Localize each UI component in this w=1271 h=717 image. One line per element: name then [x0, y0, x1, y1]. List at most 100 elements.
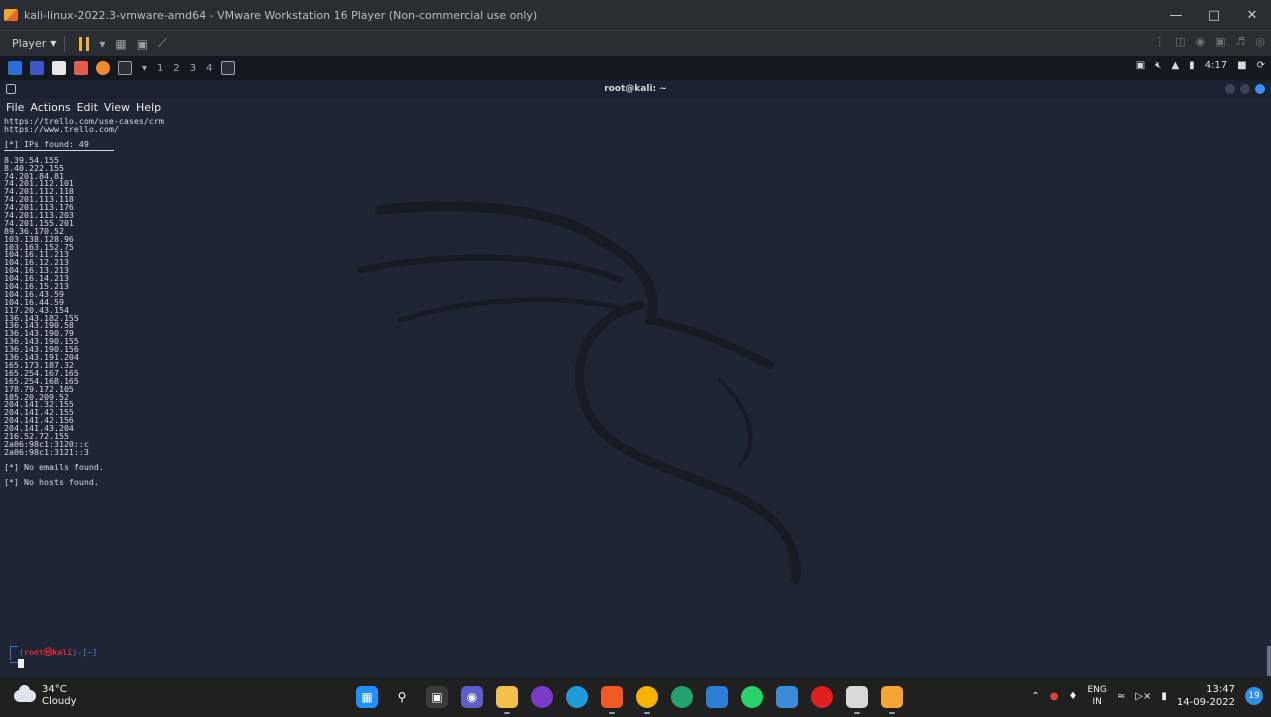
ip-entry: 165.173.187.32 [4, 359, 74, 370]
snipping-tool-icon[interactable] [846, 686, 868, 714]
file-manager-icon[interactable] [52, 61, 66, 75]
fullscreen-icon[interactable]: ▣ [137, 37, 148, 51]
menu-view[interactable]: View [104, 101, 130, 114]
minimize-button[interactable]: — [1157, 0, 1195, 30]
search-icon[interactable]: ⚲ [391, 686, 413, 708]
start-button[interactable]: ▦ [356, 686, 378, 708]
sound-icon[interactable]: ♬ [1236, 35, 1246, 48]
ip-entry: 8.39.54.155 [4, 154, 59, 165]
ip-entry: 104.16.44.59 [4, 296, 64, 307]
unity-icon[interactable]: ⟋ [158, 36, 166, 51]
taskbar-apps: ▦ ⚲ ▣ ◉ [356, 686, 903, 714]
tor-browser-icon[interactable] [531, 686, 553, 708]
usb-icon[interactable]: ▣ [1215, 35, 1225, 48]
cd-icon[interactable]: ◉ [1196, 35, 1206, 48]
ip-entry: 216.52.72.155 [4, 430, 69, 441]
terminal-menubar: File Actions Edit View Help [0, 98, 1271, 116]
send-ctrl-alt-del-icon[interactable]: ▦ [115, 37, 126, 51]
opera-icon[interactable] [811, 686, 833, 708]
vmware-player-icon[interactable] [881, 686, 903, 714]
workspace-3[interactable]: 3 [190, 63, 196, 74]
menu-edit[interactable]: Edit [77, 101, 98, 114]
tray-app-icon[interactable]: ♦ [1069, 691, 1078, 702]
player-menu-button[interactable]: Player [12, 37, 46, 50]
close-button[interactable]: ✕ [1233, 0, 1271, 30]
panel-tray: ▣ 🔇︎ ▲ ▮ 4:17 ■ ⟳ [1136, 60, 1265, 71]
menu-file[interactable]: File [6, 101, 24, 114]
notification-badge[interactable]: 19 [1245, 687, 1263, 705]
language-indicator[interactable]: ENG IN [1087, 684, 1106, 708]
show-desktop-icon[interactable] [30, 61, 44, 75]
terminal-icon[interactable] [118, 61, 132, 75]
workspace-4[interactable]: 4 [206, 63, 212, 74]
menu-actions[interactable]: Actions [30, 101, 70, 114]
taskbar-terminal-window[interactable] [220, 61, 235, 75]
weather-condition: Cloudy [42, 696, 77, 707]
chrome-icon[interactable] [636, 686, 658, 714]
weather-widget[interactable]: 34°C Cloudy [14, 684, 76, 708]
calculator-icon[interactable] [776, 686, 798, 708]
text-editor-icon[interactable] [74, 61, 88, 75]
bell-icon[interactable]: ▲ [1171, 60, 1179, 71]
battery-icon[interactable]: ▮ [1161, 691, 1167, 702]
text-cursor [18, 659, 24, 668]
battery-icon[interactable]: ▮ [1189, 60, 1195, 71]
ip-entry: 74.201.112.101 [4, 178, 74, 189]
terminal-close-button[interactable] [1255, 84, 1265, 94]
terminal-icon [6, 84, 16, 94]
terminal-window[interactable]: root@kali: ~ File Actions Edit View Help… [0, 80, 1271, 678]
ip-entry: 178.79.172.105 [4, 383, 74, 394]
kali-menu-icon[interactable] [8, 61, 22, 75]
mute-icon[interactable]: 🔇︎ [1155, 60, 1161, 71]
terminal-window-controls [1225, 84, 1265, 94]
prompt-path: ~ [87, 647, 93, 657]
terminal-minimize-button[interactable] [1225, 84, 1235, 94]
lock-icon[interactable]: ■ [1237, 60, 1246, 71]
wifi-icon[interactable]: ≈ [1117, 691, 1125, 702]
pause-icon[interactable] [79, 36, 90, 51]
ip-entry: 136.143.182.155 [4, 312, 79, 323]
task-view-icon[interactable]: ▣ [426, 686, 448, 708]
maximize-button[interactable]: □ [1195, 0, 1233, 30]
printer-icon[interactable]: ⋮ [1154, 35, 1165, 48]
terminal-scrollbar[interactable] [1267, 646, 1271, 676]
logout-icon[interactable]: ⟳ [1257, 60, 1265, 71]
teams-chat-icon[interactable]: ◉ [461, 686, 483, 708]
kali-panel: ▾ 1 2 3 4 ▣ 🔇︎ ▲ ▮ 4:17 ■ ⟳ [0, 56, 1271, 80]
brave-icon[interactable] [601, 686, 623, 714]
chevron-up-icon[interactable]: ⌃ [1031, 691, 1039, 702]
clock-date: 14-09-2022 [1176, 697, 1235, 708]
vpn-icon[interactable] [671, 686, 693, 708]
prompt-user: root㉿kali [24, 647, 73, 657]
ip-entry: 104.16.11.213 [4, 249, 69, 260]
ip-entry: 136.143.190.79 [4, 328, 74, 339]
chevron-down-icon[interactable]: ▾ [142, 63, 147, 74]
menu-help[interactable]: Help [136, 101, 161, 114]
tray-app-icon[interactable]: ● [1050, 691, 1059, 702]
firefox-icon[interactable] [96, 61, 110, 75]
ip-entry: 2a06:98c1:3121::3 [4, 446, 89, 457]
whatsapp-icon[interactable] [741, 686, 763, 708]
speaker-mute-icon[interactable]: ▷× [1135, 691, 1151, 702]
panel-clock: 4:17 [1204, 60, 1228, 71]
windows-taskbar: 34°C Cloudy ▦ ⚲ ▣ ◉ ⌃ ● ♦ ENG IN ≈ ▷× ▮ … [0, 678, 1271, 717]
chevron-down-icon[interactable]: ▾ [99, 37, 105, 51]
ip-entry: 104.16.14.213 [4, 273, 69, 284]
no-hosts-message: [*] No hosts found. [4, 476, 99, 487]
display-icon[interactable]: ▣ [1136, 60, 1145, 71]
vscode-icon[interactable] [706, 686, 728, 708]
ip-entry: 136.143.190.156 [4, 344, 79, 355]
network-icon[interactable]: ◫ [1175, 35, 1185, 48]
ip-entry: 74.201.113.203 [4, 210, 74, 221]
ip-entry: 204.141.42.155 [4, 407, 74, 418]
settings-icon[interactable]: ◎ [1255, 35, 1265, 48]
terminal-maximize-button[interactable] [1240, 84, 1250, 94]
system-clock[interactable]: 13:47 14-09-2022 [1177, 683, 1235, 709]
workspace-2[interactable]: 2 [173, 63, 179, 74]
vmware-toolbar: Player ▼ ▾ ▦ ▣ ⟋ ⋮ ◫ ◉ ▣ ♬ ◎ [0, 30, 1271, 56]
ip-entry: 204.141.42.156 [4, 415, 74, 426]
ip-entry: 136.143.190.155 [4, 336, 79, 347]
file-explorer-icon[interactable] [496, 686, 518, 714]
workspace-1[interactable]: 1 [157, 63, 163, 74]
edge-icon[interactable] [566, 686, 588, 708]
